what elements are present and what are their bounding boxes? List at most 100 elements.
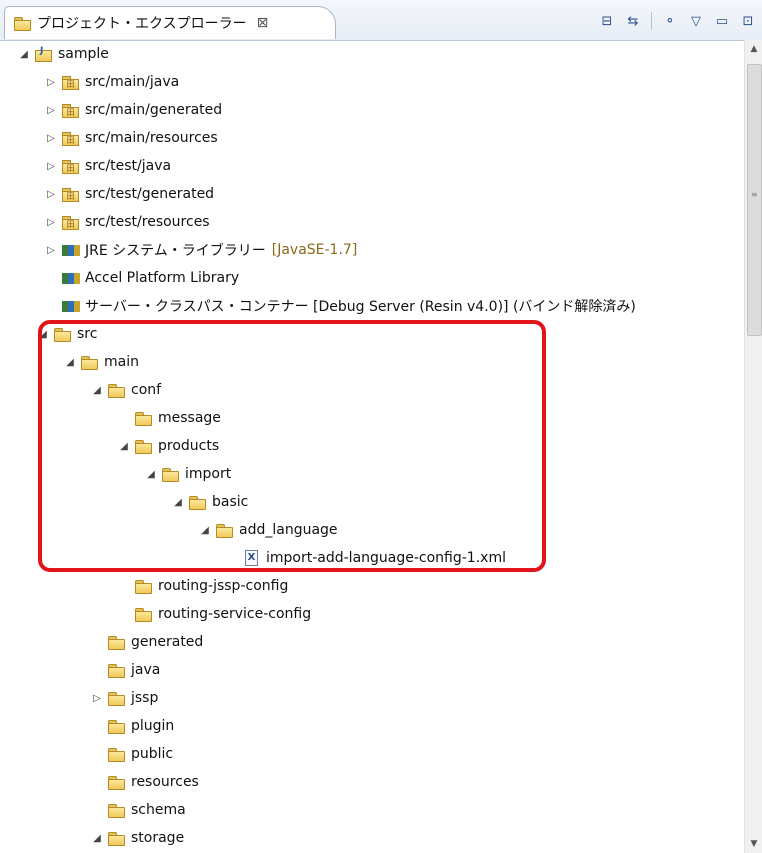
tree-item-label: message: [158, 410, 221, 426]
source-folder-icon: [61, 130, 79, 146]
tree-item[interactable]: import-add-language-config-1.xml: [226, 544, 506, 572]
tree-item[interactable]: ◢ main: [64, 348, 139, 376]
tree-item[interactable]: ◢ import: [145, 460, 231, 488]
collapsed-arrow-icon[interactable]: ▷: [45, 160, 57, 172]
tree-item[interactable]: ◢ add_language: [199, 516, 338, 544]
tree-item-label: import: [185, 466, 232, 482]
expanded-arrow-icon[interactable]: ◢: [145, 468, 157, 480]
expanded-arrow-icon[interactable]: ◢: [18, 48, 30, 60]
tree-item-label: conf: [131, 382, 162, 398]
tree-item[interactable]: routing-service-config: [118, 600, 311, 628]
tab-project-explorer[interactable]: プロジェクト・エクスプローラー ⊠: [4, 6, 336, 39]
library-icon: [61, 298, 79, 314]
tree-item[interactable]: ▷ jssp: [91, 684, 158, 712]
project-tree[interactable]: ◢ sample ▷ src/main/java ▷ src/main/generated…: [0, 40, 744, 853]
vertical-scrollbar[interactable]: ▲ ≡ ▼: [744, 40, 762, 853]
expanded-arrow-icon[interactable]: ◢: [91, 384, 103, 396]
tree-item[interactable]: ◢ basic: [172, 488, 248, 516]
tree-item-label: products: [158, 438, 220, 454]
scroll-thumb[interactable]: ≡: [747, 64, 762, 336]
tree-item[interactable]: message: [118, 404, 221, 432]
view-menu-icon[interactable]: ▽: [686, 11, 706, 31]
tree-item-label: plugin: [131, 718, 175, 734]
tree-item[interactable]: resources: [91, 768, 199, 796]
filters-icon[interactable]: ⚬: [660, 11, 680, 31]
folder-icon: [134, 438, 152, 454]
expanded-arrow-icon[interactable]: ◢: [91, 832, 103, 844]
tree-item[interactable]: ▷ src/test/generated: [45, 180, 214, 208]
collapsed-arrow-icon[interactable]: ▷: [45, 216, 57, 228]
tree-item-label: src/main/java: [85, 74, 180, 90]
minimize-icon[interactable]: ▭: [712, 11, 732, 31]
tree-item-label: sample: [58, 46, 109, 62]
folder-icon: [107, 746, 125, 762]
tree-item[interactable]: ▷ src/main/java: [45, 68, 179, 96]
tree-item[interactable]: public: [91, 740, 173, 768]
tree-item-label: storage: [131, 830, 185, 846]
tree-item[interactable]: ◢ storage: [91, 824, 184, 852]
close-icon[interactable]: ⊠: [257, 15, 269, 31]
project-icon: [34, 46, 52, 62]
view-header: プロジェクト・エクスプローラー ⊠ ⊟ ⇆ ⚬ ▽ ▭ ⊡: [0, 0, 762, 41]
maximize-icon[interactable]: ⊡: [738, 11, 758, 31]
folder-icon: [107, 382, 125, 398]
expanded-arrow-icon[interactable]: ◢: [64, 356, 76, 368]
folder-icon: [107, 774, 125, 790]
tree-item[interactable]: ▷ src/main/generated: [45, 96, 222, 124]
tree-item[interactable]: ▷ src/test/resources: [45, 208, 210, 236]
tree-item[interactable]: routing-jssp-config: [118, 572, 288, 600]
scroll-up-arrow-icon[interactable]: ▲: [745, 42, 762, 56]
tree-item[interactable]: ◢ conf: [91, 376, 161, 404]
tree-item-decoration: [JavaSE-1.7]: [271, 242, 358, 258]
folder-icon: [161, 466, 179, 482]
link-editor-icon[interactable]: ⇆: [623, 11, 643, 31]
collapsed-arrow-icon[interactable]: ▷: [45, 244, 57, 256]
tree-item-label: resources: [131, 774, 199, 790]
tree-item-label: routing-service-config: [158, 606, 312, 622]
collapsed-arrow-icon[interactable]: ▷: [91, 692, 103, 704]
tree-item-label: src/test/java: [85, 158, 172, 174]
tree-item[interactable]: サーバー・クラスパス・コンテナー [Debug Server (Resin v4…: [45, 292, 636, 320]
expanded-arrow-icon[interactable]: ◢: [37, 328, 49, 340]
collapsed-arrow-icon[interactable]: ▷: [45, 188, 57, 200]
tree-item[interactable]: ◢ src: [37, 320, 97, 348]
tab-title: プロジェクト・エクスプローラー: [37, 16, 247, 32]
expanded-arrow-icon[interactable]: ◢: [172, 496, 184, 508]
expanded-arrow-icon[interactable]: ◢: [199, 524, 211, 536]
tree-item[interactable]: generated: [91, 628, 203, 656]
folder-icon: [134, 578, 152, 594]
source-folder-icon: [61, 74, 79, 90]
collapsed-arrow-icon[interactable]: ▷: [45, 104, 57, 116]
folder-icon: [107, 662, 125, 678]
view-toolbar: ⊟ ⇆ ⚬ ▽ ▭ ⊡: [597, 10, 758, 32]
collapsed-arrow-icon[interactable]: ▷: [45, 132, 57, 144]
tree-item[interactable]: java: [91, 656, 160, 684]
collapse-all-icon[interactable]: ⊟: [597, 11, 617, 31]
tree-item[interactable]: Accel Platform Library: [45, 264, 239, 292]
folder-icon: [107, 830, 125, 846]
collapsed-arrow-icon[interactable]: ▷: [45, 76, 57, 88]
source-folder-icon: [61, 102, 79, 118]
tree-item-label: src/main/resources: [85, 130, 218, 146]
folder-icon: [188, 494, 206, 510]
tree-item-label: schema: [131, 802, 186, 818]
tree-item[interactable]: ▷ JRE システム・ライブラリー [JavaSE-1.7]: [45, 236, 357, 264]
folder-icon: [80, 354, 98, 370]
tree-item[interactable]: ◢ sample: [18, 40, 109, 68]
tree-item[interactable]: ▷ src/main/resources: [45, 124, 218, 152]
tree-item[interactable]: ▷ src/test/java: [45, 152, 171, 180]
tree-item[interactable]: ◢ products: [118, 432, 219, 460]
library-icon: [61, 242, 79, 258]
scroll-down-arrow-icon[interactable]: ▼: [745, 837, 762, 851]
project-explorer-view: プロジェクト・エクスプローラー ⊠ ⊟ ⇆ ⚬ ▽ ▭ ⊡ ◢ sample ▷ src/mai…: [0, 0, 762, 853]
tree-item[interactable]: schema: [91, 796, 186, 824]
tree-item[interactable]: plugin: [91, 712, 174, 740]
expanded-arrow-icon[interactable]: ◢: [118, 440, 130, 452]
